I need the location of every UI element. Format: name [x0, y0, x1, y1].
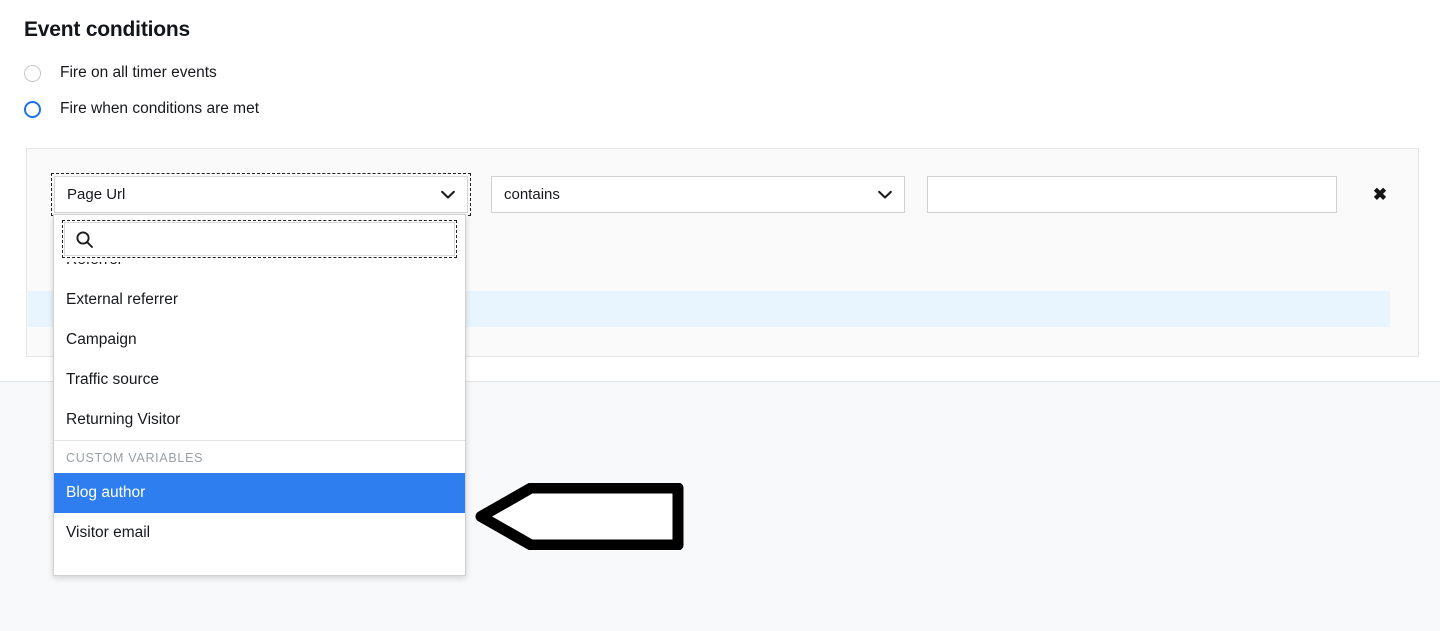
condition-operator-value: contains — [504, 186, 560, 203]
search-icon — [75, 230, 94, 249]
dropdown-item-campaign[interactable]: Campaign — [54, 320, 465, 360]
condition-row: Page Url contains ✖ — [51, 173, 1393, 216]
radio-option-conditions-met[interactable]: Fire when conditions are met — [24, 100, 259, 118]
field-dropdown-menu: Referrer External referrer Campaign Traf… — [53, 214, 466, 576]
chevron-down-icon — [878, 190, 892, 199]
dropdown-scroll-container: Referrer External referrer Campaign Traf… — [54, 262, 465, 553]
dropdown-item-returning-visitor[interactable]: Returning Visitor — [54, 400, 465, 440]
remove-condition-button[interactable]: ✖ — [1367, 182, 1393, 208]
condition-field-value: Page Url — [67, 186, 126, 203]
radio-indicator-unselected[interactable] — [24, 64, 41, 82]
page-title: Event conditions — [24, 18, 190, 41]
dropdown-group-header-custom-variables: CUSTOM VARIABLES — [54, 440, 465, 473]
dropdown-item-blog-author[interactable]: Blog author — [54, 473, 465, 513]
dropdown-item-visitor-email[interactable]: Visitor email — [54, 513, 465, 553]
radio-indicator-selected[interactable] — [24, 100, 41, 118]
radio-label: Fire on all timer events — [60, 64, 217, 81]
dropdown-search-input[interactable] — [94, 229, 454, 249]
radio-label: Fire when conditions are met — [60, 100, 260, 117]
dropdown-item-external-referrer[interactable]: External referrer — [54, 280, 465, 320]
dropdown-option-list[interactable]: Referrer External referrer Campaign Traf… — [54, 262, 465, 575]
condition-value-input[interactable] — [927, 176, 1337, 213]
radio-option-all-timer-events[interactable]: Fire on all timer events — [24, 64, 217, 82]
condition-operator-select[interactable]: contains — [491, 176, 905, 213]
condition-field-select[interactable]: Page Url — [51, 173, 471, 216]
dropdown-search-box[interactable] — [62, 220, 457, 258]
dropdown-item-traffic-source[interactable]: Traffic source — [54, 360, 465, 400]
dropdown-search-wrapper — [54, 215, 465, 262]
chevron-down-icon — [441, 190, 455, 199]
dropdown-item-referrer[interactable]: Referrer — [54, 262, 465, 280]
